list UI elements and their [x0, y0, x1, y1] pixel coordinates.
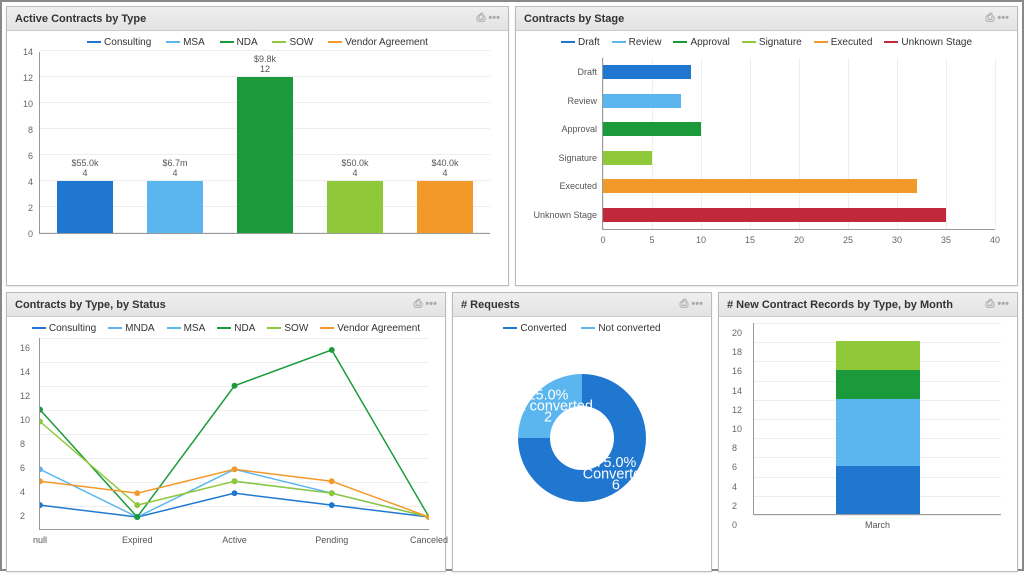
panel-title: Contracts by Stage — [524, 13, 624, 25]
panel-header: Contracts by Stage ⎙ ••• — [516, 7, 1017, 31]
legend-item: SOW — [289, 37, 313, 48]
legend-item: MSA — [183, 37, 205, 48]
panel-tools[interactable]: ⎙ ••• — [477, 12, 500, 25]
panel-requests: # Requests ⎙ ••• Converted Not converted… — [452, 292, 712, 572]
svg-text:2: 2 — [544, 410, 552, 426]
panel-active-contracts: Active Contracts by Type ⎙ ••• Consultin… — [6, 6, 509, 286]
chart-requests: 75.0%Converted625.0%Not converted2 — [461, 338, 703, 538]
panel-title: Contracts by Type, by Status — [15, 299, 166, 311]
legend-status: ConsultingMNDAMSANDASOWVendor Agreement — [15, 323, 437, 334]
panel-header: Contracts by Type, by Status ⎙ ••• — [7, 293, 445, 317]
panel-contracts-stage: Contracts by Stage ⎙ ••• DraftReviewAppr… — [515, 6, 1018, 286]
panel-header: # Requests ⎙ ••• — [453, 293, 711, 317]
panel-tools[interactable]: ⎙ ••• — [680, 298, 703, 311]
legend-active: Consulting MSA NDA SOW Vendor Agreement — [15, 37, 500, 48]
legend-item: Converted — [520, 323, 566, 334]
panel-title: Active Contracts by Type — [15, 13, 146, 25]
svg-text:6: 6 — [612, 478, 620, 494]
legend-item: NDA — [237, 37, 258, 48]
chart-new-records: 02468101214161820March — [727, 323, 1009, 533]
legend-item: Consulting — [104, 37, 151, 48]
panel-tools[interactable]: ⎙ ••• — [414, 298, 437, 311]
chart-contracts-status: 246810121416nullExpiredActivePendingCanc… — [15, 338, 437, 548]
legend-stage: DraftReviewApprovalSignatureExecutedUnkn… — [524, 37, 1009, 48]
panel-new-records: # New Contract Records by Type, by Month… — [718, 292, 1018, 572]
panel-title: # Requests — [461, 299, 520, 311]
panel-contracts-status: Contracts by Type, by Status ⎙ ••• Consu… — [6, 292, 446, 572]
legend-item: Vendor Agreement — [345, 37, 428, 48]
chart-active-contracts: 02468101214 $55.0k4$6.7m4$9.8k12$50.0k4$… — [15, 52, 500, 252]
legend-requests: Converted Not converted — [461, 323, 703, 334]
panel-header: Active Contracts by Type ⎙ ••• — [7, 7, 508, 31]
chart-contracts-stage: 0510152025303540DraftReviewApprovalSigna… — [524, 52, 1009, 252]
legend-item: Not converted — [598, 323, 660, 334]
panel-header: # New Contract Records by Type, by Month… — [719, 293, 1017, 317]
panel-tools[interactable]: ⎙ ••• — [986, 12, 1009, 25]
panel-tools[interactable]: ⎙ ••• — [986, 298, 1009, 311]
panel-title: # New Contract Records by Type, by Month — [727, 299, 953, 311]
